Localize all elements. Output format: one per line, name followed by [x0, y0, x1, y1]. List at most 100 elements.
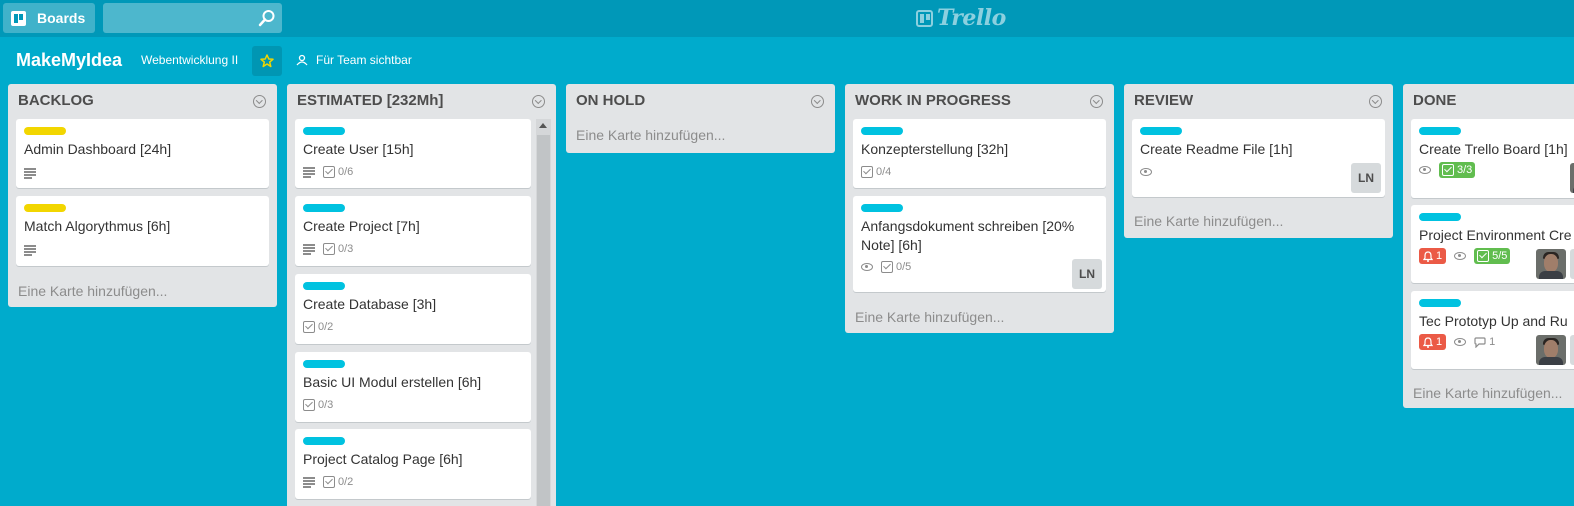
member-avatar[interactable]: LN — [1351, 163, 1381, 193]
card[interactable]: Create Trello Board [1h] 3/3 — [1411, 119, 1574, 198]
checklist-badge: 0/2 — [303, 321, 333, 333]
card[interactable]: Project Environment Cre 1 5/5 — [1411, 205, 1574, 283]
search-icon[interactable] — [258, 9, 276, 27]
card-label — [861, 127, 903, 135]
top-bar: Boards Trello — [0, 0, 1574, 37]
card-label — [24, 127, 66, 135]
list-title[interactable]: DONE — [1413, 92, 1456, 109]
notification-badge: 1 — [1419, 334, 1447, 350]
card[interactable]: Project Catalog Page [6h] 0/2 — [295, 429, 531, 499]
add-card-link[interactable]: Eine Karte hinzufügen... — [18, 283, 167, 299]
card[interactable]: Create Readme File [1h] LN — [1132, 119, 1385, 197]
list-menu-icon[interactable] — [253, 95, 266, 108]
bell-icon — [1423, 336, 1433, 348]
card[interactable]: Create Database [3h] 0/2 — [295, 274, 531, 344]
list-title[interactable]: BACKLOG — [18, 92, 94, 109]
list-menu-icon[interactable] — [1090, 95, 1103, 108]
checklist-badge: 0/3 — [323, 243, 353, 255]
card-title: Create Database [3h] — [303, 296, 437, 312]
list-title[interactable]: ESTIMATED [232Mh] — [297, 92, 443, 109]
card-label — [303, 204, 345, 212]
checklist-icon — [861, 166, 873, 178]
watching-icon — [1140, 168, 1152, 176]
watching-icon — [861, 263, 873, 271]
member-avatar[interactable] — [1536, 335, 1566, 365]
card-title: Create User [15h] — [303, 141, 414, 157]
add-card-link[interactable]: Eine Karte hinzufügen... — [1413, 385, 1562, 401]
card-label — [303, 437, 345, 445]
search-input[interactable] — [103, 3, 282, 33]
checklist-badge: 0/5 — [881, 261, 911, 273]
card[interactable]: Create User [15h] 0/6 — [295, 119, 531, 188]
checklist-badge: 0/3 — [303, 399, 333, 411]
description-icon — [24, 168, 36, 179]
visibility-label: Für Team sichtbar — [316, 53, 412, 67]
card-title: Basic UI Modul erstellen [6h] — [303, 374, 482, 390]
list-on-hold: ON HOLD Eine Karte hinzufügen... — [566, 84, 835, 153]
card-label — [303, 282, 345, 290]
list-menu-icon[interactable] — [811, 95, 824, 108]
list-scrollbar[interactable] — [536, 119, 551, 506]
list-header: DONE — [1403, 84, 1574, 116]
card-title: Create Readme File [1h] — [1140, 141, 1293, 157]
list-header: REVIEW — [1124, 84, 1393, 116]
add-card-link[interactable]: Eine Karte hinzufügen... — [1134, 213, 1283, 229]
checklist-icon — [1442, 164, 1454, 176]
list-estimated: ESTIMATED [232Mh] Create User [15h] 0/6 … — [287, 84, 556, 506]
notification-badge: 1 — [1419, 248, 1447, 264]
card-title: Project Catalog Page [6h] — [303, 451, 463, 467]
star-icon — [260, 54, 274, 68]
add-card-link[interactable]: Eine Karte hinzufügen... — [576, 127, 725, 143]
card[interactable]: Create Project [7h] 0/3 — [295, 196, 531, 266]
list-title[interactable]: REVIEW — [1134, 92, 1193, 109]
team-icon — [296, 54, 308, 66]
card[interactable]: Tec Prototyp Up and Ru 1 1 — [1411, 291, 1574, 369]
list-title[interactable]: ON HOLD — [576, 92, 645, 109]
list-header: WORK IN PROGRESS — [845, 84, 1114, 116]
add-card-link[interactable]: Eine Karte hinzufügen... — [855, 309, 1004, 325]
watching-icon — [1454, 252, 1467, 260]
trello-logo[interactable]: Trello — [916, 5, 1006, 31]
card-label — [1419, 213, 1461, 221]
board-team[interactable]: Webentwicklung II — [141, 53, 238, 67]
card[interactable]: Match Algorythmus [6h] — [16, 196, 269, 266]
checklist-badge: 0/6 — [323, 166, 353, 178]
checklist-icon — [323, 166, 335, 178]
list-review: REVIEW Create Readme File [1h] LN Eine K… — [1124, 84, 1393, 238]
list-menu-icon[interactable] — [1369, 95, 1382, 108]
card[interactable]: Anfangsdokument schreiben [20% Note] [6h… — [853, 196, 1106, 292]
card[interactable]: Admin Dashboard [24h] — [16, 119, 269, 188]
member-avatar[interactable] — [1570, 249, 1574, 279]
checklist-badge: 3/3 — [1439, 162, 1476, 178]
card-title: Admin Dashboard [24h] — [24, 141, 172, 157]
checklist-icon — [881, 261, 893, 273]
list-menu-icon[interactable] — [532, 95, 545, 108]
card-label — [1140, 127, 1182, 135]
boards-button[interactable]: Boards — [3, 3, 95, 33]
trello-logo-icon — [916, 9, 933, 27]
card-label — [303, 127, 345, 135]
visibility-button[interactable]: Für Team sichtbar — [296, 53, 412, 67]
trello-logo-text: Trello — [937, 5, 1006, 31]
watching-icon — [1419, 166, 1431, 174]
checklist-badge: 0/2 — [323, 476, 353, 488]
checklist-icon — [303, 321, 315, 333]
card-title: Konzepterstellung [32h] — [861, 141, 1009, 157]
scroll-up-icon[interactable] — [539, 123, 547, 128]
member-avatar[interactable]: LN — [1072, 259, 1102, 289]
card[interactable]: Basic UI Modul erstellen [6h] 0/3 — [295, 352, 531, 422]
board-title[interactable]: MakeMyIdea — [16, 50, 122, 71]
member-avatar[interactable] — [1570, 335, 1574, 365]
card[interactable]: Konzepterstellung [32h] 0/4 — [853, 119, 1106, 188]
member-avatar[interactable] — [1536, 249, 1566, 279]
member-avatar[interactable] — [1570, 163, 1574, 193]
watching-icon — [1454, 338, 1467, 346]
list-done: DONE Create Trello Board [1h] 3/3 Projec… — [1403, 84, 1574, 408]
scrollbar-thumb[interactable] — [537, 135, 550, 506]
star-button[interactable] — [252, 46, 282, 76]
checklist-badge: 5/5 — [1474, 248, 1511, 264]
description-icon — [303, 244, 315, 255]
checklist-icon — [1477, 250, 1490, 262]
list-title[interactable]: WORK IN PROGRESS — [855, 92, 1011, 109]
list-header: BACKLOG — [8, 84, 277, 116]
